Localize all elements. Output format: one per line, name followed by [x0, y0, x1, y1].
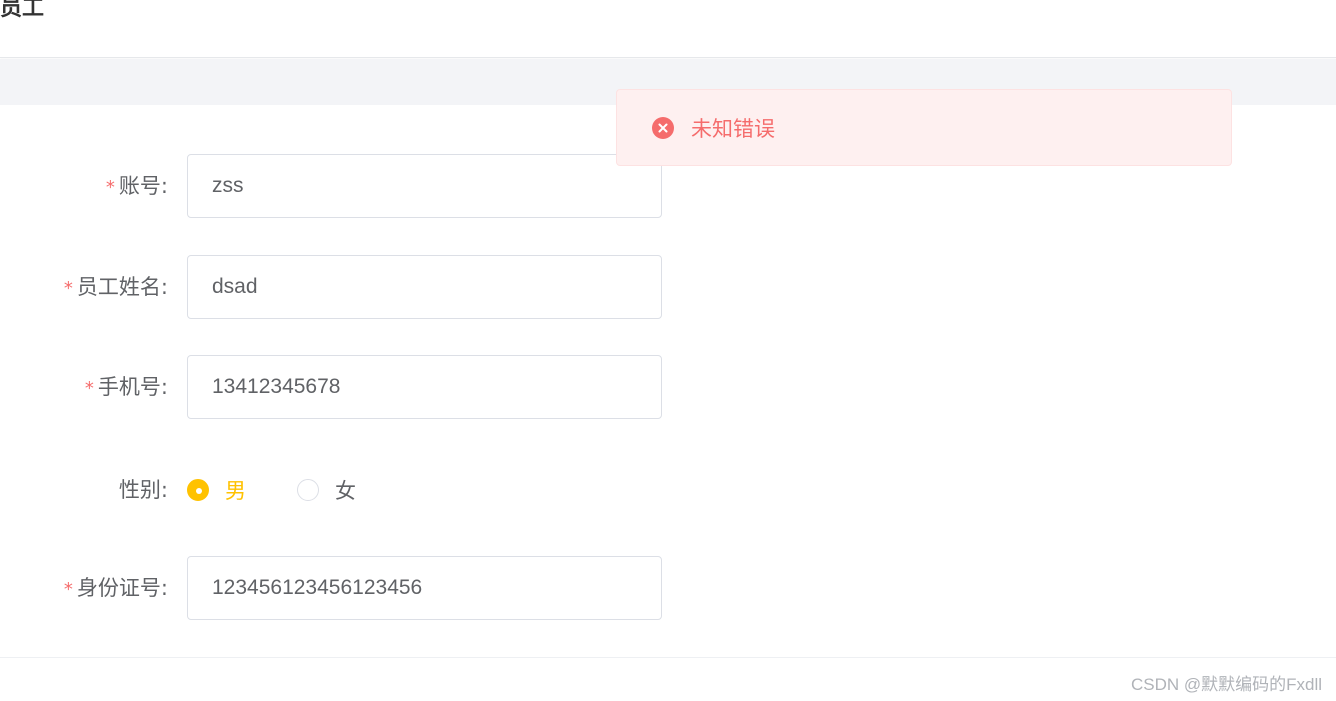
- phone-input[interactable]: 13412345678: [187, 355, 662, 419]
- page: 加员工 *账号: zss *员工姓名: dsad *手机号: 134123456…: [0, 0, 1336, 701]
- close-circle-icon: [651, 116, 675, 140]
- watermark: CSDN @默默编码的Fxdll: [1130, 675, 1322, 694]
- id-number-input[interactable]: 123456123456123456: [187, 556, 662, 620]
- required-mark: *: [63, 579, 73, 600]
- footer-divider: [0, 657, 1336, 658]
- employee-form: * 账号: zss * 员工姓名: dsad * 手机号: 13412345678 性…: [0, 105, 1336, 657]
- phone-label-text: 手机号:: [97, 375, 168, 399]
- error-message-toast: 未知错误: [616, 89, 1232, 166]
- page-header: 加员工: [0, 0, 1336, 58]
- form-row-name: * 员工姓名: dsad: [0, 255, 700, 319]
- gender-male-label: 男: [225, 479, 246, 503]
- form-row-account: * 账号: zss: [0, 154, 700, 218]
- required-mark: *: [84, 378, 94, 399]
- error-message-text: 未知错误: [691, 116, 775, 141]
- account-input[interactable]: zss: [187, 154, 662, 218]
- gender-radio-male[interactable]: 男: [187, 458, 246, 522]
- id-number-label-text: 身份证号:: [76, 576, 168, 600]
- radio-checked-indicator[interactable]: [187, 479, 209, 501]
- gender-female-label: 女: [335, 479, 356, 503]
- gender-radio-female[interactable]: 女: [297, 458, 356, 522]
- page-title: 加员工: [0, 0, 45, 21]
- id-number-label: * 身份证号:: [64, 556, 168, 620]
- form-row-gender: 性别: 男 女: [0, 458, 700, 522]
- required-mark: *: [63, 278, 73, 299]
- account-label-text: 账号:: [118, 174, 168, 198]
- required-mark: *: [105, 177, 115, 198]
- name-label-text: 员工姓名:: [76, 275, 168, 299]
- account-label: * 账号:: [106, 154, 168, 218]
- name-input[interactable]: dsad: [187, 255, 662, 319]
- form-row-phone: * 手机号: 13412345678: [0, 355, 700, 419]
- name-label: * 员工姓名:: [64, 255, 168, 319]
- radio-unchecked-indicator[interactable]: [297, 479, 319, 501]
- form-row-id-number: * 身份证号: 123456123456123456: [0, 556, 700, 620]
- gender-label: 性别:: [118, 478, 168, 502]
- phone-label: * 手机号:: [85, 355, 168, 419]
